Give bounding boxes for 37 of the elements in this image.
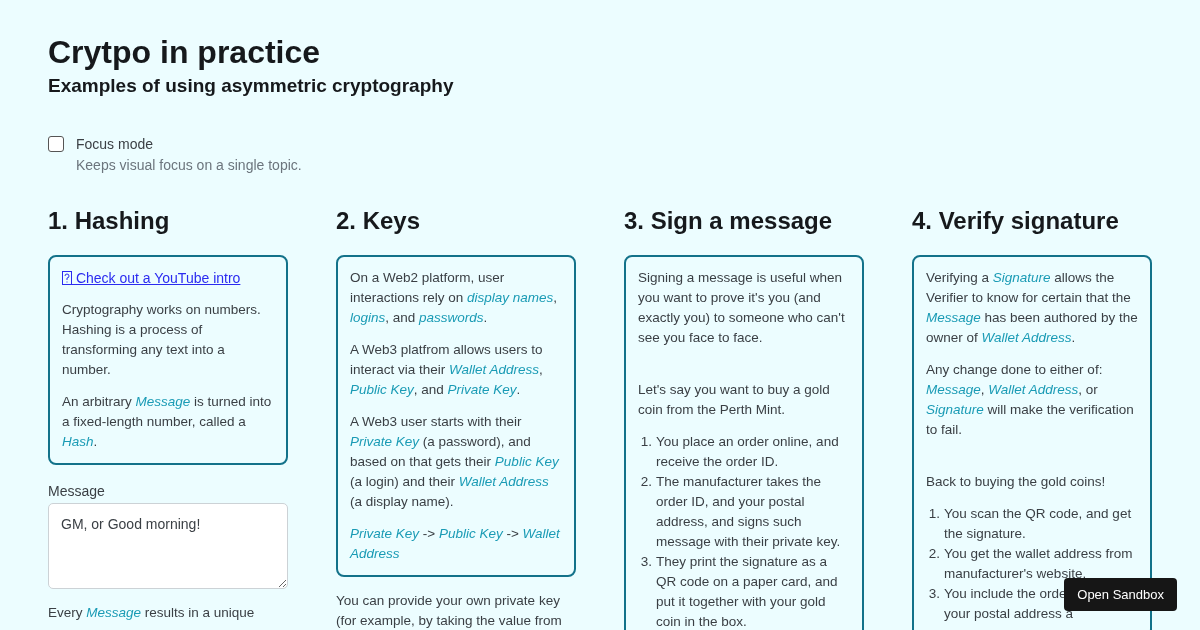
paragraph: Verifying a Signature allows the Verifier to know for certain that the Message has been authored by the owner of Wallet Address. [926, 269, 1138, 347]
paragraph: Private Key -> Public Key -> Wallet Address [350, 525, 561, 563]
message-field[interactable]: GM, or Good morning! [48, 503, 288, 589]
page-subtitle: Examples of using asymmetric cryptography [48, 74, 455, 98]
focus-mode-checkbox[interactable] [48, 136, 64, 152]
paragraph: Any change done to either of: Message, Wallet Address, or Signature will make the verification to fail. [926, 361, 1135, 439]
message-label: Message [48, 482, 106, 501]
page-title: Crytpo in practice [48, 33, 322, 72]
list-number: 2. [928, 545, 940, 563]
list-number: 3. [928, 585, 940, 603]
paragraph: You can provide your own private key (for example, by taking the value from [336, 592, 563, 630]
focus-mode-label[interactable]: Focus mode [76, 134, 302, 154]
paragraph: An arbitrary Message is turned into a fixed-length number, called a Hash. [62, 393, 273, 451]
list-number: 2. [640, 473, 652, 491]
list-item: You scan the QR code, and get the signature. [944, 505, 1133, 543]
section-heading: 1. Hashing [48, 206, 171, 236]
paragraph: Every Message results in a unique [48, 604, 256, 622]
list-number: 1. [928, 505, 940, 523]
section-heading: 2. Keys [336, 206, 422, 236]
youtube-link[interactable]: Check out a YouTube intro [62, 268, 241, 288]
paragraph: A Web3 platfrom allows users to interact via their Wallet Address, Public Key, and Private Key. [350, 341, 544, 399]
focus-mode-description: Keeps visual focus on a single topic. [76, 156, 302, 175]
paragraph: On a Web2 platform, user interactions rely on display names, logins, and passwords. [350, 269, 559, 327]
paragraph: A Web3 user starts with their Private Key (a password), and based on that gets their Public Key (a login) and their Wallet Address (a display name). [350, 413, 560, 511]
paragraph: Back to buying the gold coins! [926, 473, 1107, 491]
list-number: 1. [640, 433, 652, 451]
paragraph: Let's say you want to buy a gold coin from the Perth Mint. [638, 381, 831, 419]
section-heading: 4. Verify signature [912, 206, 1120, 236]
section-heading: 3. Sign a message [624, 206, 834, 236]
open-sandbox-button[interactable]: Open Sandbox [1064, 578, 1177, 611]
list-item: You place an order online, and receive the order ID. [656, 433, 840, 471]
list-item: The manufacturer takes the order ID, and your postal address, and signs such message with their private key. [656, 473, 842, 551]
list-number: 3. [640, 553, 652, 571]
list-item: They print the signature as a QR code on a paper card, and put it together with your gold coin in the box. [656, 553, 839, 630]
missing-glyph-icon [62, 271, 72, 285]
paragraph: Cryptography works on numbers. Hashing is a process of transforming any text into a number. [62, 301, 262, 379]
paragraph: Signing a message is useful when you want to prove it's you (and exactly you) to someone who can't see you face to face. [638, 269, 846, 347]
